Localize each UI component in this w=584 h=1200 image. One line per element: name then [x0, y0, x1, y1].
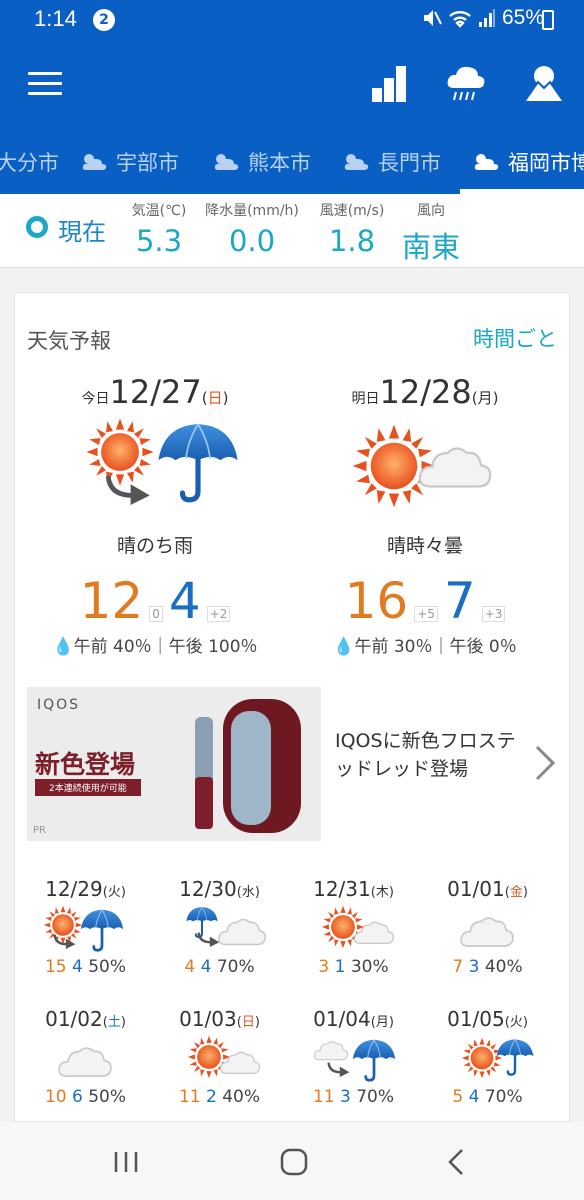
rain-then-cloud-icon [153, 905, 286, 955]
tab-ube[interactable]: 宇部市 [80, 130, 179, 194]
ad-pr-label: PR [33, 825, 46, 836]
weekly-day[interactable]: 01/03(日) 11 2 40% [153, 1007, 286, 1107]
forecast-title: 天気予報 [27, 329, 111, 353]
status-time: 1:14 [34, 6, 77, 31]
system-nav-bar [0, 1122, 584, 1200]
ad-subtext: 2本連続使用が可能 [35, 779, 141, 796]
sun-cloud-icon [82, 154, 107, 170]
forecast-desc: 晴のち雨 [116, 535, 193, 557]
tab-label: 宇部市 [116, 151, 179, 175]
tab-label: 長門市 [378, 151, 441, 175]
ad-text[interactable]: IQOSに新色フロステッドレッド登場 [335, 727, 525, 783]
ranking-icon[interactable] [370, 64, 410, 104]
forecast-desc: 晴時々曇 [386, 535, 463, 557]
weekly-day[interactable]: 01/01(金) 7 3 40% [421, 877, 554, 977]
forecast-tomorrow[interactable]: 明日12/28(月) 晴時々曇 16 +5 7 +3 💧午前 30％｜午後 0％ [295, 373, 555, 657]
tab-oita[interactable]: 大分市 [0, 130, 59, 194]
notification-count: 2 [93, 9, 115, 31]
tab-kumamoto[interactable]: 熊本市 [212, 130, 311, 194]
obs-wind-direction: 風向 南東 [401, 203, 460, 264]
tab-label: 熊本市 [248, 151, 311, 175]
sun-cloud-icon [295, 417, 555, 527]
raindrop-icon: 💧 [333, 637, 355, 657]
recent-apps-icon[interactable] [106, 1144, 146, 1180]
low-diff: +2 [206, 606, 231, 622]
forecast-card: 天気予報 時間ごと 今日12/27(日) 晴のち雨 12 0 4 +2 💧午前 … [14, 292, 570, 1122]
sun-rain-icon [19, 905, 152, 955]
menu-icon[interactable] [28, 72, 62, 96]
chevron-right-icon[interactable] [533, 743, 557, 783]
status-bar: 1:14 2 65% [0, 0, 584, 40]
tab-label: 大分市 [0, 151, 59, 175]
battery-percent: 65% [501, 6, 544, 29]
battery-icon [542, 10, 554, 30]
tab-nagato[interactable]: 長門市 [342, 130, 441, 194]
weekly-day[interactable]: 12/30(水) 4 4 70% [153, 877, 286, 977]
obs-temperature: 気温(℃) 5.3 [131, 203, 187, 258]
weekly-day[interactable]: 01/04(月) 11 3 70% [287, 1007, 420, 1107]
ad-image[interactable]: IQOS 新色登場 2本連続使用が可能 PR [27, 687, 321, 841]
sun-rain-icon [421, 1035, 554, 1085]
raindrop-icon: 💧 [52, 637, 74, 657]
back-icon[interactable] [438, 1144, 478, 1180]
current-observation: 現在 気温(℃) 5.3 降水量(mm/h) 0.0 風速(m/s) 1.8 風… [0, 194, 584, 268]
sun-cloud-icon [153, 1035, 286, 1085]
high-temp: 16 [344, 572, 409, 630]
precip-probability: 午前 30％｜午後 0％ [354, 637, 517, 657]
high-temp: 12 [79, 572, 144, 630]
forecast-today[interactable]: 今日12/27(日) 晴のち雨 12 0 4 +2 💧午前 40％｜午後 100… [25, 373, 285, 657]
ad-banner[interactable]: IQOS 新色登場 2本連続使用が可能 PR IQOSに新色フロステッドレッド登… [27, 687, 557, 841]
wifi-icon [449, 11, 471, 28]
sun-cloud-icon [474, 154, 499, 170]
weekly-day[interactable]: 01/05(火) 5 4 70% [421, 1007, 554, 1107]
home-icon[interactable] [274, 1144, 314, 1180]
rain-cloud-icon[interactable] [446, 64, 486, 104]
tab-fukuoka[interactable]: 福岡市博 [472, 130, 584, 194]
obs-wind-speed: 風速(m/s) 1.8 [319, 203, 385, 258]
sun-cloud-icon [287, 905, 420, 955]
low-diff: +3 [481, 606, 506, 622]
current-indicator-icon [26, 216, 48, 238]
high-diff: +5 [414, 606, 438, 622]
sun-then-rain-icon [25, 417, 285, 527]
low-temp: 4 [168, 572, 201, 630]
cloud-icon [19, 1035, 152, 1085]
ad-brand: IQOS [37, 697, 81, 713]
app-header [0, 40, 584, 130]
ad-headline: 新色登場 [35, 750, 136, 779]
high-diff: 0 [149, 606, 163, 622]
sun-cloud-icon [214, 154, 239, 170]
cloud-then-rain-icon [287, 1035, 420, 1085]
sun-cloud-icon [344, 154, 369, 170]
current-label: 現在 [58, 218, 106, 246]
cloud-icon [421, 905, 554, 955]
weekly-day[interactable]: 01/02(土) 10 6 50% [19, 1007, 152, 1107]
hourly-link[interactable]: 時間ごと [473, 323, 557, 353]
mountain-sun-icon[interactable] [524, 64, 564, 104]
tab-label: 福岡市博 [508, 151, 584, 175]
obs-precipitation: 降水量(mm/h) 0.0 [205, 203, 299, 258]
low-temp: 7 [443, 572, 476, 630]
weekly-day[interactable]: 12/31(木) 3 1 30% [287, 877, 420, 977]
weekly-day[interactable]: 12/29(火) 15 4 50% [19, 877, 152, 977]
precip-probability: 午前 40％｜午後 100％ [73, 637, 258, 657]
signal-icon [478, 9, 495, 27]
mute-icon [423, 10, 442, 26]
device-image [195, 699, 301, 833]
city-tabs: 大分市 宇部市 熊本市 長門市 福岡市博 [0, 130, 584, 194]
